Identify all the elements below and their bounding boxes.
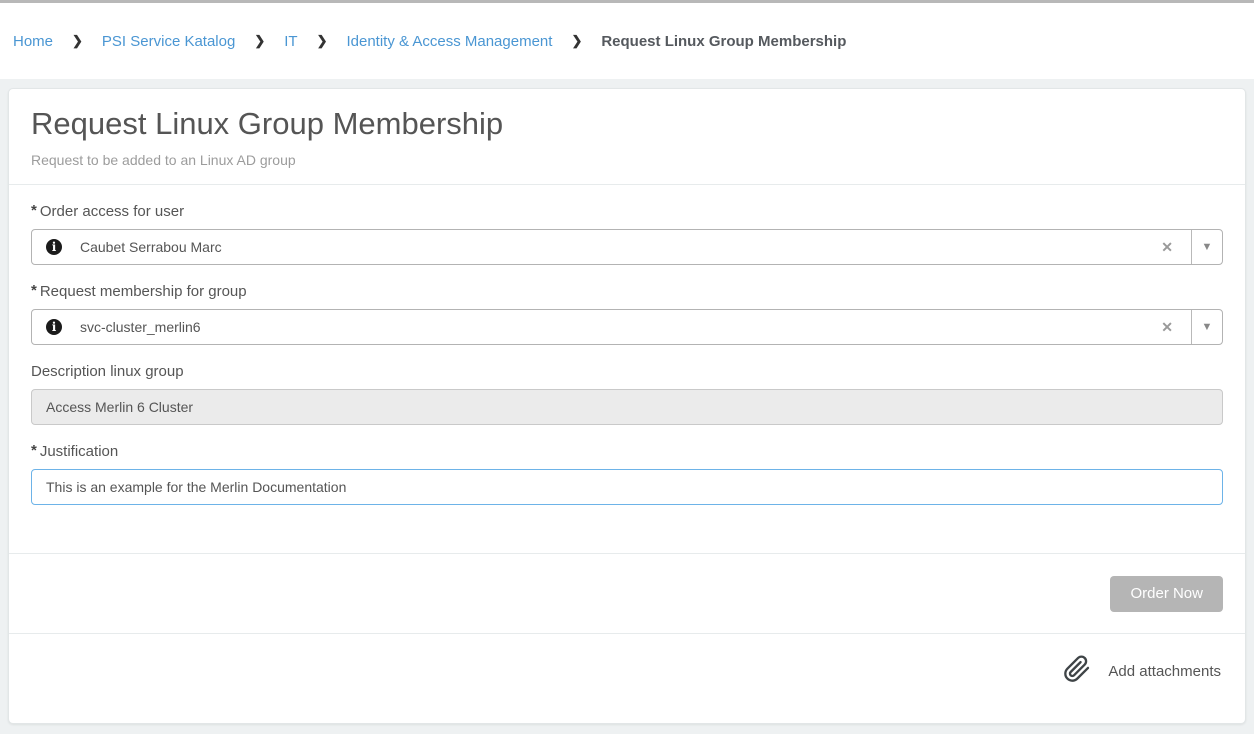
- selected-group-value: svc-cluster_merlin6: [80, 319, 201, 335]
- field-label: * Request membership for group: [31, 283, 1223, 300]
- chevron-right-icon: ❯: [72, 33, 83, 49]
- info-icon: i: [46, 239, 62, 255]
- breadcrumb-item-identity-access-management[interactable]: Identity & Access Management: [346, 33, 552, 50]
- chevron-down-icon[interactable]: ▼: [1191, 230, 1222, 264]
- breadcrumb-item-it[interactable]: IT: [284, 33, 297, 50]
- field-group-description-linux-group: Description linux group: [31, 363, 1223, 425]
- paperclip-icon: [1063, 655, 1091, 683]
- field-group-justification: * Justification: [31, 443, 1223, 505]
- breadcrumb-item-psi-service-katalog[interactable]: PSI Service Katalog: [102, 33, 235, 50]
- field-label-text: Order access for user: [40, 203, 184, 220]
- form-actions-footer: Order Now: [9, 553, 1245, 633]
- breadcrumb-item-current: Request Linux Group Membership: [601, 33, 846, 50]
- group-combobox[interactable]: i svc-cluster_merlin6 ✕ ▼: [31, 309, 1223, 345]
- page-subtitle: Request to be added to an Linux AD group: [31, 152, 1223, 168]
- clear-icon[interactable]: ✕: [1157, 319, 1177, 336]
- add-attachments-button[interactable]: Add attachments: [1063, 659, 1221, 683]
- field-group-order-access-for-user: * Order access for user i Caubet Serrabo…: [31, 203, 1223, 265]
- field-label-text: Request membership for group: [40, 283, 247, 300]
- field-label-text: Justification: [40, 443, 118, 460]
- chevron-down-icon[interactable]: ▼: [1191, 310, 1222, 344]
- required-marker: *: [31, 202, 37, 219]
- chevron-right-icon: ❯: [317, 33, 328, 49]
- justification-field[interactable]: [31, 469, 1223, 505]
- request-form-card: Request Linux Group Membership Request t…: [8, 88, 1246, 724]
- chevron-right-icon: ❯: [571, 33, 582, 49]
- clear-icon[interactable]: ✕: [1157, 239, 1177, 256]
- order-now-button[interactable]: Order Now: [1110, 576, 1223, 612]
- field-label-text: Description linux group: [31, 363, 184, 380]
- breadcrumb: Home ❯ PSI Service Katalog ❯ IT ❯ Identi…: [0, 3, 1254, 79]
- attachments-footer: Add attachments: [9, 633, 1245, 723]
- combobox-selection[interactable]: i Caubet Serrabou Marc ✕: [32, 230, 1191, 264]
- required-marker: *: [31, 282, 37, 299]
- field-label: * Justification: [31, 443, 1223, 460]
- required-marker: *: [31, 442, 37, 459]
- form-header: Request Linux Group Membership Request t…: [9, 89, 1245, 185]
- description-linux-group-field: [31, 389, 1223, 425]
- user-combobox[interactable]: i Caubet Serrabou Marc ✕ ▼: [31, 229, 1223, 265]
- field-group-request-membership-for-group: * Request membership for group i svc-clu…: [31, 283, 1223, 345]
- info-icon: i: [46, 319, 62, 335]
- form-body: * Order access for user i Caubet Serrabo…: [9, 185, 1245, 553]
- chevron-right-icon: ❯: [254, 33, 265, 49]
- add-attachments-label: Add attachments: [1108, 663, 1221, 680]
- selected-user-value: Caubet Serrabou Marc: [80, 239, 222, 255]
- combobox-selection[interactable]: i svc-cluster_merlin6 ✕: [32, 310, 1191, 344]
- field-label: Description linux group: [31, 363, 1223, 380]
- field-label: * Order access for user: [31, 203, 1223, 220]
- page-title: Request Linux Group Membership: [31, 103, 1223, 145]
- breadcrumb-item-home[interactable]: Home: [13, 33, 53, 50]
